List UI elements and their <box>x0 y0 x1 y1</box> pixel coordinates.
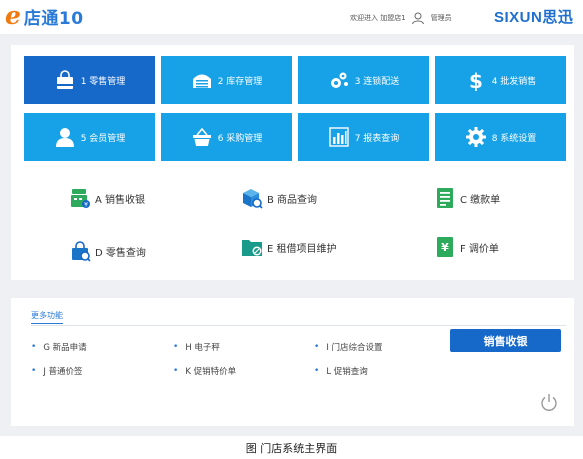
more-item-label: L 促销查询 <box>326 367 368 377</box>
user-icon[interactable] <box>411 11 425 25</box>
user-role[interactable]: 管理员 <box>431 13 452 23</box>
bullet: • <box>31 342 37 352</box>
quick-actions: ¥ A 销售收银 B 商品查询 C 缴款单 D 零售查询 E 租借项目维护 ¥ … <box>11 173 574 273</box>
more-item-label: H 电子秤 <box>185 343 220 353</box>
bullet: • <box>173 342 179 352</box>
tile-label: 5 会员管理 <box>80 133 126 144</box>
warehouse-icon <box>192 74 211 88</box>
retail-search-icon <box>72 241 91 262</box>
basket-icon <box>192 127 211 146</box>
more-item-label: G 新品申请 <box>43 343 87 353</box>
figure-caption: 图 门店系统主界面 <box>245 442 338 455</box>
shopping-bag-icon <box>56 70 73 89</box>
more-item-label: K 促销特价单 <box>185 367 237 377</box>
header: e 店通10 欢迎进入 加盟店1 管理员 SIXUN思迅 <box>0 0 583 34</box>
module-tiles: 1 零售管理 2 库存管理 3 连锁配送 $ 4 批发销售 5 会员管理 6 采… <box>24 56 566 161</box>
bullet: • <box>314 366 320 376</box>
more-item-promo-query[interactable]: • L 促销查询 <box>314 365 368 377</box>
quick-product-query[interactable]: B 商品查询 <box>241 187 317 209</box>
logo-mark: e <box>5 1 21 30</box>
tile-label: 3 连锁配送 <box>354 76 400 87</box>
quick-payment-slip[interactable]: C 缴款单 <box>434 187 500 209</box>
sales-checkout-button[interactable]: 销售收银 <box>450 329 561 352</box>
gears-icon <box>330 72 348 88</box>
more-item-store-settings[interactable]: • I 门店综合设置 <box>314 341 383 353</box>
quick-label: A 销售收银 <box>95 194 146 206</box>
quick-label: C 缴款单 <box>460 194 501 206</box>
app-window: e 店通10 欢迎进入 加盟店1 管理员 SIXUN思迅 1 零售管理 2 库存… <box>0 0 583 436</box>
tile-label: 1 零售管理 <box>80 76 126 87</box>
product-search-icon <box>243 189 263 209</box>
bullet: • <box>173 366 179 376</box>
tile-report-query[interactable]: 7 报表查询 <box>298 113 429 161</box>
tile-chain-distribution[interactable]: 3 连锁配送 <box>298 56 429 104</box>
quick-sales-checkout[interactable]: ¥ A 销售收银 <box>69 187 145 209</box>
more-item-electronic-scale[interactable]: • H 电子秤 <box>173 341 220 353</box>
quick-label: F 调价单 <box>460 243 499 255</box>
quick-label: B 商品查询 <box>267 194 318 206</box>
user-info: 欢迎进入 加盟店1 管理员 <box>350 10 452 26</box>
bar-chart-icon <box>329 127 349 147</box>
quick-price-adjustment[interactable]: ¥ F 调价单 <box>434 236 499 258</box>
gear-icon <box>465 127 486 147</box>
divider <box>31 325 566 326</box>
more-item-label: I 门店综合设置 <box>326 343 383 353</box>
brand-logo: SIXUN思迅 <box>494 9 574 26</box>
tile-label: 7 报表查询 <box>354 133 400 144</box>
welcome-text: 欢迎进入 加盟店1 <box>350 14 406 22</box>
more-functions-panel: 更多功能 • G 新品申请 • H 电子秤 • I 门店综合设置 • J 普通价… <box>11 298 574 426</box>
more-item-label: J 普通价签 <box>43 367 83 377</box>
more-item-new-product-request[interactable]: • G 新品申请 <box>31 341 87 353</box>
tile-purchase-management[interactable]: 6 采购管理 <box>161 113 292 161</box>
quick-label: D 零售查询 <box>95 247 146 259</box>
app-name: 店通10 <box>23 8 84 29</box>
tile-wholesale[interactable]: $ 4 批发销售 <box>435 56 566 104</box>
more-functions-title[interactable]: 更多功能 <box>31 310 63 324</box>
dollar-icon: $ <box>469 69 483 91</box>
tile-retail-management[interactable]: 1 零售管理 <box>24 56 155 104</box>
tile-inventory-management[interactable]: 2 库存管理 <box>161 56 292 104</box>
price-adjust-icon: ¥ <box>437 237 453 257</box>
bullet: • <box>314 342 320 352</box>
tile-label: 8 系统设置 <box>491 133 537 144</box>
main-panel: 1 零售管理 2 库存管理 3 连锁配送 $ 4 批发销售 5 会员管理 6 采… <box>11 45 574 280</box>
tile-system-settings[interactable]: 8 系统设置 <box>435 113 566 161</box>
tile-label: 4 批发销售 <box>491 76 537 87</box>
svg-text:$: $ <box>469 69 483 91</box>
lease-folder-icon <box>242 240 262 256</box>
bullet: • <box>31 366 37 376</box>
payment-slip-icon <box>437 188 453 208</box>
quick-retail-query[interactable]: D 零售查询 <box>69 240 146 262</box>
cash-register-icon: ¥ <box>71 189 90 209</box>
app-logo: e 店通10 <box>5 3 84 29</box>
more-item-promo-price-sheet[interactable]: • K 促销特价单 <box>173 365 236 377</box>
tile-label: 2 库存管理 <box>217 76 263 87</box>
tile-label: 6 采购管理 <box>217 133 263 144</box>
more-item-regular-price-tag[interactable]: • J 普通价签 <box>31 365 83 377</box>
power-icon[interactable] <box>539 392 559 412</box>
quick-lease-maintenance[interactable]: E 租借项目维护 <box>241 236 337 258</box>
member-icon <box>55 128 74 147</box>
quick-label: E 租借项目维护 <box>267 243 337 255</box>
svg-text:¥: ¥ <box>84 202 88 209</box>
tile-member-management[interactable]: 5 会员管理 <box>24 113 155 161</box>
svg-text:¥: ¥ <box>441 241 449 254</box>
